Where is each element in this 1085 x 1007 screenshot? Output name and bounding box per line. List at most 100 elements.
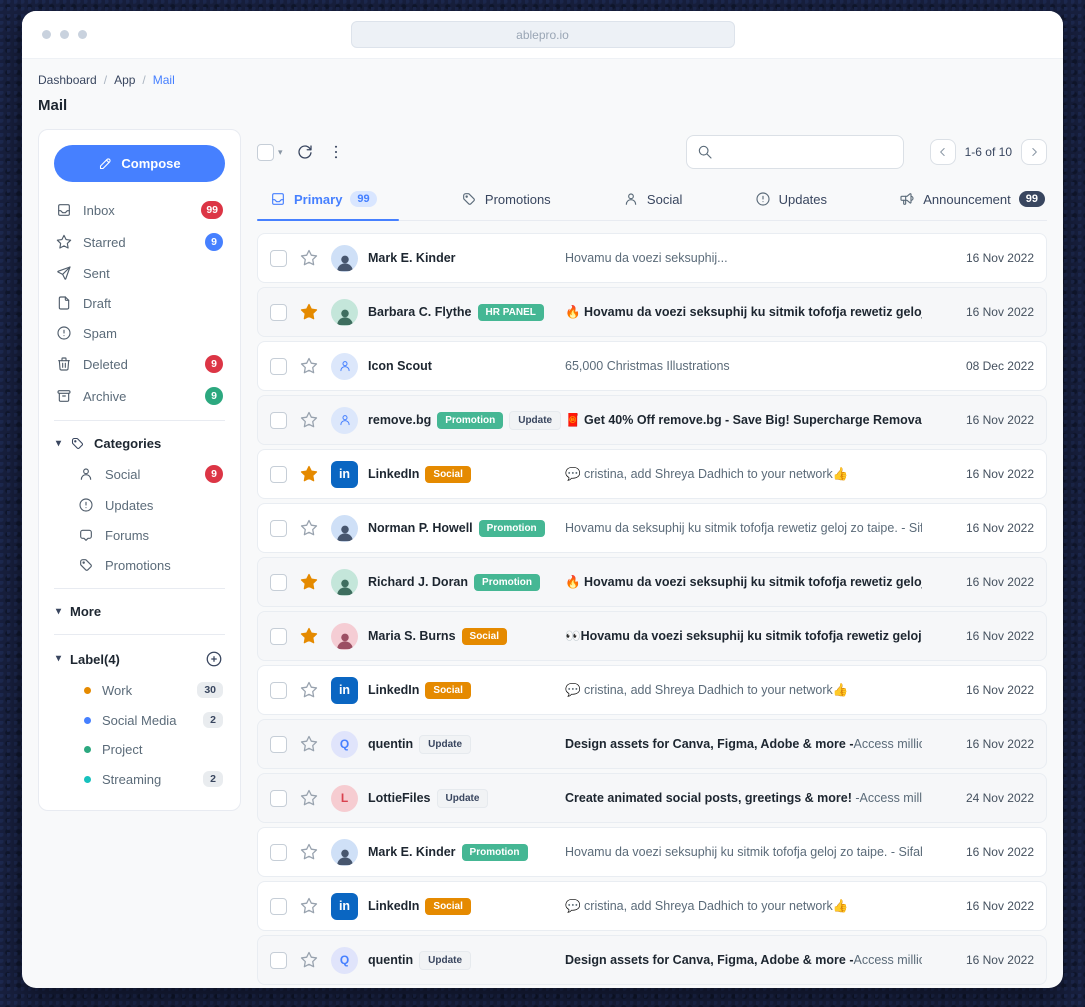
email-row[interactable]: Q quentin Update Design assets for Canva… [257,935,1047,985]
email-row[interactable]: Barbara C. Flythe HR PANEL 🔥 Hovamu da v… [257,287,1047,337]
window-control-dot[interactable] [42,30,51,39]
sidebar-item-social[interactable]: Social 9 [54,458,225,490]
email-checkbox[interactable] [270,627,287,645]
email-checkbox[interactable] [270,951,287,969]
sidebar-item-starred[interactable]: Starred 9 [54,226,225,258]
search-box[interactable] [685,135,904,169]
tab-announcement[interactable]: Announcement 99 [889,186,1047,220]
tab-label: Social [646,191,683,207]
sender-cell: Norman P. Howell Promotion [368,519,565,537]
star-toggle[interactable] [300,735,318,753]
email-row[interactable]: in LinkedIn Social 💬 cristina, add Shrey… [257,665,1047,715]
select-all-checkbox[interactable] [257,143,274,161]
breadcrumb-app[interactable]: App [114,73,135,87]
send-icon [56,265,72,281]
email-checkbox[interactable] [270,843,287,861]
label-dot [84,746,91,753]
email-row[interactable]: Norman P. Howell Promotion Hovamu da sek… [257,503,1047,553]
sidebar-item-inbox[interactable]: Inbox 99 [54,194,225,226]
email-checkbox[interactable] [270,357,287,375]
star-toggle[interactable] [300,465,318,483]
star-toggle[interactable] [300,681,318,699]
sidebar-item-sent[interactable]: Sent [54,258,225,288]
address-bar[interactable]: ablepro.io [350,21,735,48]
sidebar-item-spam[interactable]: Spam [54,318,225,348]
email-row[interactable]: Mark E. Kinder Hovamu da voezi seksuphij… [257,233,1047,283]
star-toggle[interactable] [300,249,318,267]
email-row[interactable]: in LinkedIn Social 💬 cristina, add Shrey… [257,881,1047,931]
email-subject: Hovamu da voezi seksuphij ku sitmik tofo… [565,845,922,859]
window-controls[interactable] [42,30,87,39]
next-page-button[interactable] [1021,139,1047,165]
email-row[interactable]: Maria S. Burns Social 👀Hovamu da voezi s… [257,611,1047,661]
email-row[interactable]: L LottieFiles Update Create animated soc… [257,773,1047,823]
categories-header[interactable]: ▾ Categories [54,429,225,458]
avatar: Q [331,946,358,974]
more-options-button[interactable] [327,143,345,161]
tab-promotions[interactable]: Promotions [451,186,561,220]
sidebar-item-updates[interactable]: Updates [54,490,225,520]
star-toggle[interactable] [300,303,318,321]
more-label: More [70,604,102,619]
sidebar-label-work[interactable]: Work 30 [54,675,225,705]
window-control-dot[interactable] [78,30,87,39]
star-toggle[interactable] [300,357,318,375]
email-checkbox[interactable] [270,735,287,753]
window-control-dot[interactable] [60,30,69,39]
email-row[interactable]: remove.bg Promotion Update 🧧 Get 40% Off … [257,395,1047,445]
sidebar-label-project[interactable]: Project [54,735,225,764]
browser-window: ablepro.io Dashboard / App / Mail Mail C… [22,11,1063,988]
email-checkbox[interactable] [270,465,287,483]
avatar [331,298,358,326]
email-checkbox[interactable] [270,519,287,537]
label-name: Streaming [102,771,162,787]
sidebar-item-promotions[interactable]: Promotions [54,550,225,580]
email-checkbox[interactable] [270,573,287,591]
refresh-button[interactable] [296,143,314,161]
email-row[interactable]: Mark E. Kinder Promotion Hovamu da voezi… [257,827,1047,877]
email-row[interactable]: Richard J. Doran Promotion 🔥 Hovamu da v… [257,557,1047,607]
email-row[interactable]: Q quentin Update Design assets for Canva… [257,719,1047,769]
breadcrumb-dashboard[interactable]: Dashboard [38,73,97,87]
email-subject: 💬 cristina, add Shreya Dadhich to your n… [565,467,922,482]
sender-name: quentin [368,737,414,751]
email-row[interactable]: Icon Scout 65,000 Christmas Illustration… [257,341,1047,391]
sidebar-label-social-media[interactable]: Social Media 2 [54,705,225,735]
email-checkbox[interactable] [270,789,287,807]
email-checkbox[interactable] [270,303,287,321]
sidebar-item-archive[interactable]: Archive 9 [54,380,225,412]
sidebar-label-streaming[interactable]: Streaming 2 [54,764,225,794]
search-input[interactable] [720,145,893,159]
star-toggle[interactable] [300,411,318,429]
star-toggle[interactable] [300,789,318,807]
star-toggle[interactable] [300,897,318,915]
tab-primary[interactable]: Primary 99 [257,186,399,221]
email-checkbox[interactable] [270,897,287,915]
alert-circle-icon [755,191,771,207]
star-toggle[interactable] [300,627,318,645]
sidebar-item-draft[interactable]: Draft [54,288,225,318]
compose-button[interactable]: Compose [54,145,225,182]
label-name: Work [102,682,133,698]
star-toggle[interactable] [300,519,318,537]
select-dropdown-icon[interactable]: ▾ [278,147,283,157]
tab-social[interactable]: Social [613,186,692,220]
avatar [331,244,358,272]
star-toggle[interactable] [300,843,318,861]
prev-page-button[interactable] [929,139,956,165]
breadcrumb-mail[interactable]: Mail [153,73,175,87]
add-label-button[interactable] [205,650,223,668]
sidebar-item-forums[interactable]: Forums [54,520,225,550]
email-date: 16 Nov 2022 [965,953,1034,967]
email-checkbox[interactable] [270,249,287,267]
email-row[interactable]: in LinkedIn Social 💬 cristina, add Shrey… [257,449,1047,499]
more-header[interactable]: ▾ More [54,597,225,626]
tab-updates[interactable]: Updates [745,186,837,220]
email-checkbox[interactable] [270,411,287,429]
star-toggle[interactable] [300,573,318,591]
star-toggle[interactable] [300,951,318,969]
sidebar-item-deleted[interactable]: Deleted 9 [54,348,225,380]
subject-bold: Design assets for Canva, Figma, Adobe & … [565,953,854,967]
email-checkbox[interactable] [270,681,287,699]
labels-header[interactable]: ▾ Label(4) [54,643,225,675]
